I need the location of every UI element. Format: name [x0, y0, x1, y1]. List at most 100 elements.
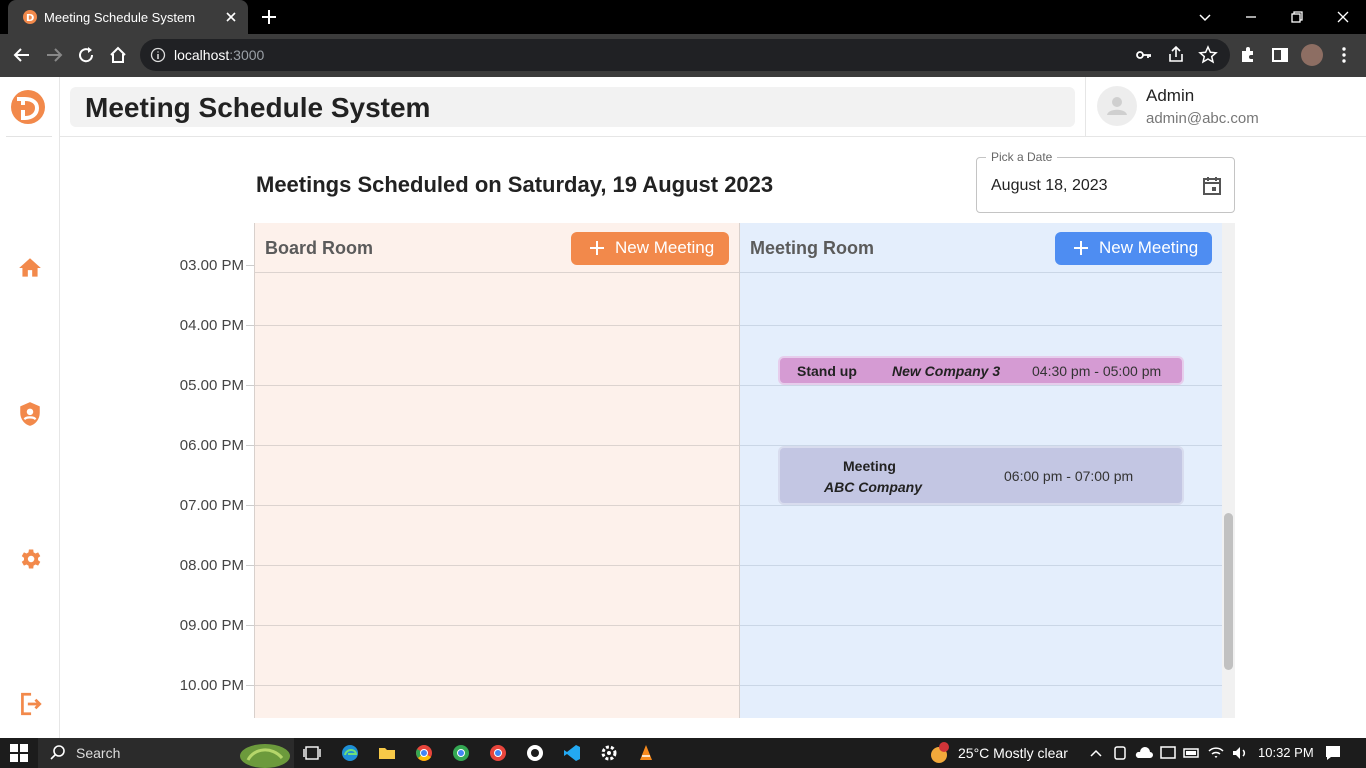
onedrive-cloud-icon[interactable] [1134, 743, 1154, 763]
time-label: 10.00 PM [179, 677, 244, 694]
bookmark-star-icon[interactable] [1198, 45, 1218, 65]
tab-search-chevron-icon[interactable] [1194, 6, 1216, 28]
profile-avatar[interactable] [1301, 44, 1323, 66]
app-circle-icon[interactable] [525, 743, 545, 763]
url-text: localhost:3000 [174, 47, 265, 63]
time-tick [246, 565, 254, 566]
browser-tab[interactable]: D Meeting Schedule System [8, 0, 248, 34]
meeting-event-abc[interactable]: Meeting ABC Company 06:00 pm - 07:00 pm [778, 446, 1184, 505]
board-room-column[interactable]: Board Room New Meeting [254, 223, 739, 718]
close-tab-icon[interactable] [222, 8, 240, 26]
minimize-icon[interactable] [1240, 6, 1262, 28]
search-icon [50, 745, 65, 760]
calendar-icon[interactable] [1200, 174, 1224, 198]
hour-line [740, 565, 1223, 566]
hour-line [740, 272, 1223, 273]
chrome-icon[interactable] [414, 743, 434, 763]
app-title: Meeting Schedule System [70, 87, 1075, 127]
app-header: Meeting Schedule System Admin admin@abc.… [60, 77, 1366, 137]
time-label: 08.00 PM [179, 557, 244, 574]
file-explorer-icon[interactable] [377, 743, 397, 763]
settings-app-icon[interactable] [599, 743, 619, 763]
home-nav-icon[interactable] [17, 255, 43, 281]
time-tick [246, 445, 254, 446]
user-email: admin@abc.com [1146, 110, 1259, 127]
password-key-icon[interactable] [1134, 45, 1154, 65]
shield-user-icon[interactable] [17, 401, 43, 427]
taskbar-search[interactable]: Search [38, 738, 294, 768]
browser-toolbar: localhost:3000 [0, 34, 1366, 77]
tray-chevron-icon[interactable] [1086, 743, 1106, 763]
hour-line [740, 685, 1223, 686]
close-window-icon[interactable] [1332, 6, 1354, 28]
hour-line [740, 625, 1223, 626]
board-room-new-meeting-button[interactable]: New Meeting [571, 232, 729, 265]
vlc-icon[interactable] [636, 743, 656, 763]
weather-icon[interactable] [927, 741, 951, 765]
share-icon[interactable] [1166, 45, 1186, 65]
time-label: 07.00 PM [179, 497, 244, 514]
wifi-icon[interactable] [1206, 743, 1226, 763]
tray-display-icon[interactable] [1158, 743, 1178, 763]
weather-text: 25°C Mostly clear [958, 745, 1068, 761]
forward-icon[interactable] [44, 45, 64, 65]
hour-line [255, 445, 739, 446]
site-info-icon[interactable] [150, 47, 166, 63]
scheduler-scrollbar[interactable] [1222, 223, 1235, 718]
battery-icon[interactable] [1182, 743, 1202, 763]
notifications-icon[interactable] [1323, 743, 1343, 763]
chrome-profile-2-icon[interactable] [488, 743, 508, 763]
user-name: Admin [1146, 86, 1195, 105]
restore-icon[interactable] [1286, 6, 1308, 28]
time-tick [246, 325, 254, 326]
vscode-icon[interactable] [562, 743, 582, 763]
side-panel-icon[interactable] [1270, 45, 1290, 65]
time-label: 03.00 PM [179, 257, 244, 274]
hour-line [740, 385, 1223, 386]
event-company: ABC Company [824, 479, 923, 495]
meeting-room-column[interactable]: Meeting Room New Meeting Stand up New Co… [739, 223, 1223, 718]
address-bar[interactable]: localhost:3000 [140, 39, 1230, 71]
app-favicon-icon: D [23, 10, 37, 24]
room-scheduler: 03.00 PM 04.00 PM 05.00 PM 06.00 PM 07.0… [160, 223, 1235, 718]
back-icon[interactable] [12, 45, 32, 65]
event-company: New Company 3 [892, 363, 1001, 379]
task-view-icon[interactable] [302, 743, 322, 763]
extensions-puzzle-icon[interactable] [1238, 45, 1258, 65]
date-picker-field[interactable]: Pick a Date August 18, 2023 [976, 150, 1235, 213]
home-icon[interactable] [108, 45, 128, 65]
date-picker-value[interactable]: August 18, 2023 [991, 177, 1108, 195]
taskbar-search-text: Search [76, 745, 121, 761]
chrome-profile-icon[interactable] [451, 743, 471, 763]
plus-icon [1074, 241, 1088, 255]
event-title: Stand up [797, 363, 857, 379]
windows-start-icon[interactable] [9, 743, 29, 763]
tray-app-icon[interactable] [1110, 743, 1130, 763]
time-tick [246, 505, 254, 506]
time-label: 05.00 PM [179, 377, 244, 394]
hour-line [740, 325, 1223, 326]
event-title: Meeting [843, 458, 896, 474]
person-icon [1107, 97, 1127, 115]
date-picker-label: Pick a Date [986, 150, 1058, 164]
settings-gear-icon[interactable] [17, 546, 43, 572]
hour-line [255, 565, 739, 566]
sidebar-divider [6, 136, 52, 137]
meeting-event-standup[interactable]: Stand up New Company 3 04:30 pm - 05:00 … [778, 356, 1184, 385]
search-highlight-art-icon [240, 744, 290, 768]
hour-line [255, 685, 739, 686]
scrollbar-thumb[interactable] [1224, 513, 1233, 670]
event-time: 04:30 pm - 05:00 pm [1032, 363, 1162, 379]
edge-browser-icon[interactable] [340, 743, 360, 763]
volume-icon[interactable] [1230, 743, 1250, 763]
os-taskbar: Search 25°C Mostly clear 10:32 PM [0, 738, 1366, 768]
reload-icon[interactable] [76, 45, 96, 65]
menu-kebab-icon[interactable] [1334, 45, 1354, 65]
new-meeting-label: New Meeting [1099, 238, 1199, 257]
user-avatar [1097, 86, 1137, 126]
user-profile[interactable]: Admin admin@abc.com [1085, 77, 1366, 137]
meeting-room-new-meeting-button[interactable]: New Meeting [1055, 232, 1212, 265]
logout-icon[interactable] [17, 691, 43, 717]
event-time: 06:00 pm - 07:00 pm [1004, 468, 1134, 484]
new-tab-icon[interactable] [259, 7, 279, 27]
